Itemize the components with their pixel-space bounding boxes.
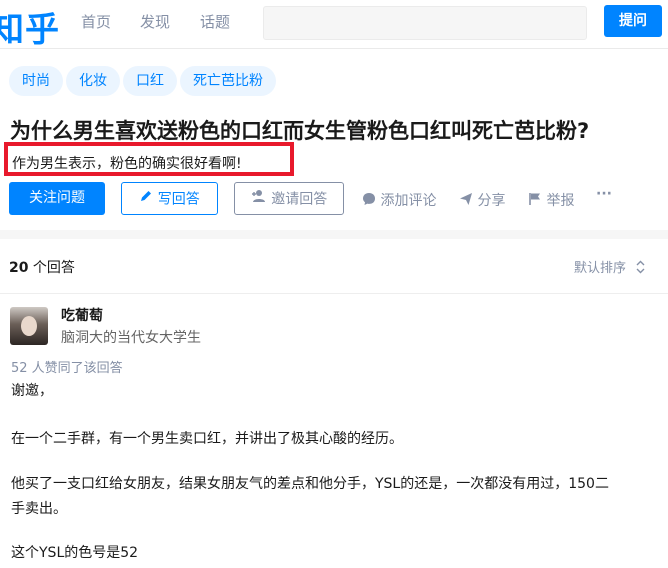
top-navbar: 知乎 首页 发现 话题 提问 xyxy=(0,0,668,51)
answer-paragraph: 他买了一支口红给女朋友，结果女朋友气的差点和他分手，YSL的还是，一次都没有用过… xyxy=(11,476,609,492)
nav-home[interactable]: 首页 xyxy=(81,11,111,32)
topic-tag[interactable]: 死亡芭比粉 xyxy=(180,66,276,96)
follow-question-button[interactable]: 关注问题 xyxy=(9,182,105,215)
topic-tag[interactable]: 口红 xyxy=(123,66,177,96)
write-answer-label: 写回答 xyxy=(157,191,200,208)
nav-discover[interactable]: 发现 xyxy=(140,11,170,32)
add-comment-label: 添加评论 xyxy=(380,193,437,209)
avatar-face xyxy=(21,316,37,336)
topic-tag[interactable]: 时尚 xyxy=(9,66,63,96)
answer-paragraph: 手卖出。 xyxy=(11,501,67,517)
divider xyxy=(0,293,668,294)
flag-icon xyxy=(528,192,542,210)
answer-paragraph: 谢邀， xyxy=(11,383,53,399)
vote-count: 52 人赞同了该回答 xyxy=(11,361,123,376)
nav-topics[interactable]: 话题 xyxy=(200,11,230,32)
add-comment-action[interactable]: 添加评论 xyxy=(362,190,436,210)
author-bio: 脑洞大的当代女大学生 xyxy=(61,330,201,346)
ask-button[interactable]: 提问 xyxy=(604,5,662,37)
sort-label: 默认排序 xyxy=(574,261,627,276)
highlight-annotation-box xyxy=(4,142,294,176)
topic-tag[interactable]: 化妆 xyxy=(66,66,120,96)
answer-count-label: 个回答 xyxy=(28,260,75,276)
question-card: 时尚 化妆 口红 死亡芭比粉 为什么男生喜欢送粉色的口红而女生管粉色口红叫死亡芭… xyxy=(0,49,668,230)
pencil-icon xyxy=(139,183,153,216)
zhihu-logo[interactable]: 知乎 xyxy=(0,2,60,51)
answer-count-number: 20 xyxy=(9,260,29,276)
answer-paragraph: 这个YSL的色号是52 xyxy=(11,545,139,561)
question-title[interactable]: 为什么男生喜欢送粉色的口红而女生管粉色口红叫死亡芭比粉? xyxy=(10,115,589,145)
invite-answer-button[interactable]: 邀请回答 xyxy=(234,182,344,215)
answer-list-card: 20 个回答 默认排序 吃葡萄 脑洞大的当代女大学生 52 人赞同了该回答 谢邀… xyxy=(0,239,668,568)
invite-answer-label: 邀请回答 xyxy=(271,191,328,208)
comment-icon xyxy=(362,192,376,210)
report-label: 举报 xyxy=(546,193,575,209)
search-input[interactable] xyxy=(263,6,587,40)
paper-plane-icon xyxy=(459,192,473,210)
author-avatar[interactable] xyxy=(10,307,48,345)
sort-chevron-icon xyxy=(636,260,645,278)
write-answer-button[interactable]: 写回答 xyxy=(121,182,218,215)
author-name[interactable]: 吃葡萄 xyxy=(61,305,103,325)
report-action[interactable]: 举报 xyxy=(528,190,574,210)
share-action[interactable]: 分享 xyxy=(459,190,505,210)
more-options-icon[interactable]: ··· xyxy=(596,186,612,202)
sort-selector[interactable]: 默认排序 xyxy=(574,257,645,278)
answer-count: 20 个回答 xyxy=(9,257,75,277)
add-user-icon xyxy=(251,183,267,216)
answer-paragraph: 在一个二手群，有一个男生卖口红，并讲出了极其心酸的经历。 xyxy=(11,431,403,447)
share-label: 分享 xyxy=(477,193,506,209)
